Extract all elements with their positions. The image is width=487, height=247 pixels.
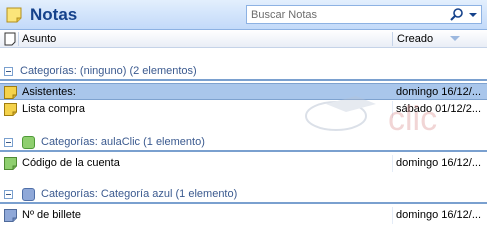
- group-header-blue[interactable]: Categorías: Categoría azul (1 elemento): [0, 186, 487, 204]
- group-label: Categorías: (ninguno) (2 elementos): [20, 65, 197, 77]
- collapse-icon[interactable]: [4, 190, 13, 199]
- aulaclic-watermark: clic: [305, 96, 437, 138]
- note-icon: [4, 209, 17, 222]
- note-icon: [4, 157, 17, 170]
- notes-header: Notas: [0, 0, 487, 30]
- category-color-icon: [22, 188, 35, 201]
- column-separator[interactable]: [392, 32, 393, 46]
- note-icon: [4, 103, 17, 116]
- note-icon: [4, 86, 17, 99]
- table-row[interactable]: Código de la cuenta domingo 16/12/...: [0, 155, 487, 172]
- column-created[interactable]: Creado: [397, 33, 433, 45]
- search-box[interactable]: [246, 5, 482, 24]
- column-header: Asunto Creado: [0, 30, 487, 48]
- group-header-none[interactable]: Categorías: (ninguno) (2 elementos): [0, 63, 487, 81]
- note-created-date: domingo 16/12/...: [396, 209, 482, 221]
- search-icon[interactable]: [449, 7, 465, 22]
- column-divider: [392, 207, 393, 224]
- chevron-down-icon[interactable]: [467, 7, 479, 22]
- column-separator[interactable]: [18, 32, 19, 46]
- column-divider: [392, 155, 393, 172]
- svg-text:clic: clic: [388, 100, 437, 138]
- group-header-aulaclic[interactable]: Categorías: aulaClic (1 elemento): [0, 134, 487, 152]
- collapse-icon[interactable]: [4, 67, 13, 76]
- note-type-icon[interactable]: [4, 32, 16, 46]
- note-subject: Nº de billete: [22, 209, 82, 221]
- group-label: Categorías: Categoría azul (1 elemento): [41, 188, 238, 200]
- group-label: Categorías: aulaClic (1 elemento): [41, 136, 205, 148]
- collapse-icon[interactable]: [4, 138, 13, 147]
- table-row[interactable]: Nº de billete domingo 16/12/...: [0, 207, 487, 224]
- page-title: Notas: [30, 5, 78, 24]
- category-color-icon: [22, 136, 35, 149]
- sort-descending-icon: [450, 36, 460, 41]
- note-subject: Código de la cuenta: [22, 157, 120, 169]
- note-created-date: domingo 16/12/...: [396, 157, 482, 169]
- column-subject[interactable]: Asunto: [22, 33, 56, 45]
- note-subject: Lista compra: [22, 103, 85, 115]
- search-input[interactable]: [247, 6, 447, 23]
- note-icon: [6, 7, 22, 23]
- note-subject: Asistentes:: [22, 86, 76, 98]
